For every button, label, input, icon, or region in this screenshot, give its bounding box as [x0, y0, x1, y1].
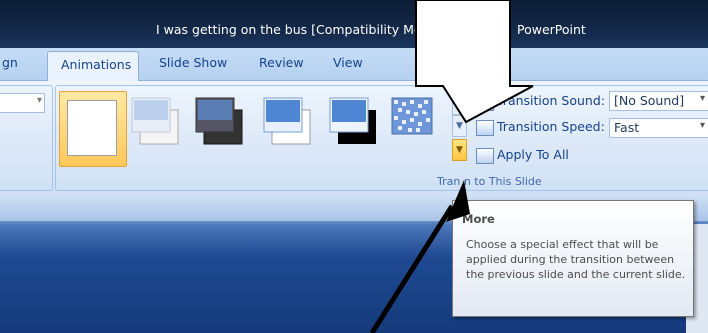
transition-gallery — [131, 97, 433, 145]
transition-sound-select[interactable]: [No Sound] ▾ — [609, 91, 708, 111]
tab-animations[interactable]: Animations — [47, 51, 139, 82]
fade-smoothly-thumbnail[interactable] — [131, 97, 179, 145]
apply-to-all-icon — [476, 148, 494, 164]
chevron-down-icon: ▾ — [699, 93, 705, 104]
tab-design[interactable]: gn — [2, 55, 18, 70]
window-title-app: PowerPoint — [517, 22, 586, 37]
no-transition-thumbnail — [67, 100, 117, 156]
apply-to-all-button[interactable]: Apply To All — [497, 147, 569, 162]
transition-speed-icon — [476, 120, 494, 136]
fade-through-black-thumbnail[interactable] — [195, 97, 243, 145]
tab-view[interactable]: View — [333, 55, 363, 70]
transition-sound-value: [No Sound] — [614, 93, 685, 108]
transition-speed-select[interactable]: Fast ▾ — [609, 118, 708, 138]
tab-slide-show[interactable]: Slide Show — [159, 55, 227, 70]
tab-review[interactable]: Review — [259, 55, 304, 70]
chevron-down-icon: ▾ — [699, 120, 705, 131]
tooltip-body: Choose a special effect that will be app… — [466, 238, 686, 281]
animate-dropdown[interactable] — [0, 93, 45, 113]
cut-thumbnail[interactable] — [263, 97, 311, 145]
tab-animations-label: Animations — [61, 57, 132, 72]
window-title: I was getting on the bus [Compatibility … — [156, 22, 422, 37]
gallery-more-button[interactable]: ▼ — [452, 139, 467, 161]
group-caption: Tran n to This Slide — [437, 175, 542, 188]
tooltip-title: More — [462, 212, 495, 226]
transition-sound-icon — [476, 95, 494, 111]
transition-speed-label: Transition Speed: — [497, 119, 605, 134]
gallery-scroll-down-icon[interactable]: ▼ — [452, 115, 467, 137]
gallery-scroller: ▲ ▼ ▼ — [452, 93, 467, 163]
transition-sound-label: Transition Sound: — [497, 93, 605, 108]
gallery-scroll-up-icon[interactable]: ▲ — [452, 93, 467, 115]
cut-through-black-thumbnail[interactable] — [329, 97, 376, 144]
transition-speed-value: Fast — [614, 120, 640, 135]
dissolve-thumbnail[interactable] — [391, 97, 433, 135]
